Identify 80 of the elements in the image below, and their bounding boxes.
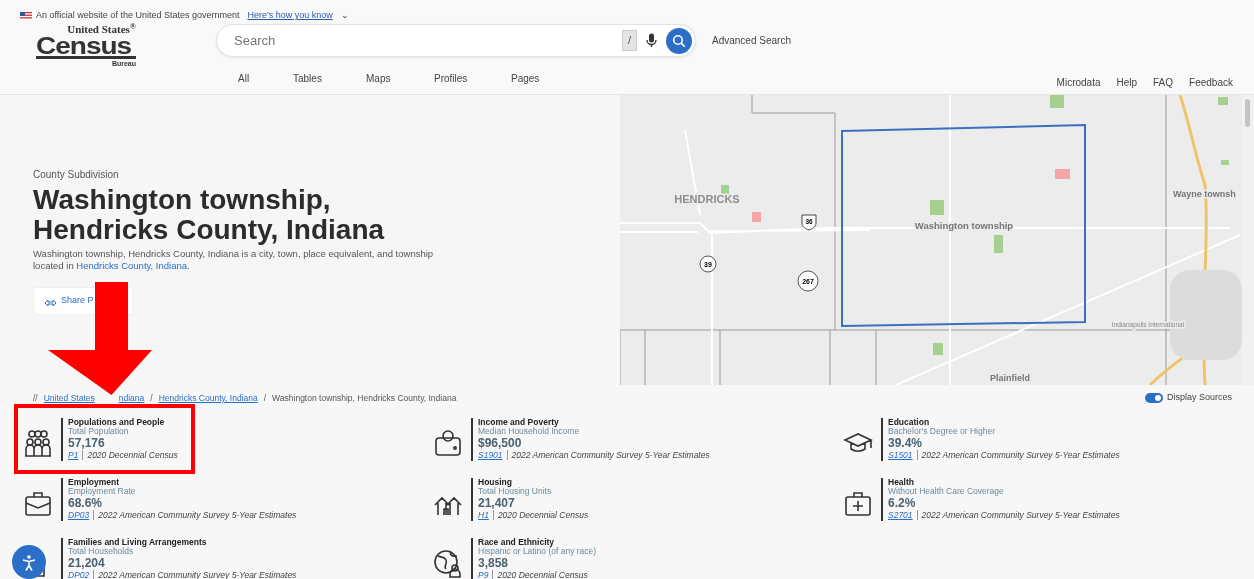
metric-value: 3,858 xyxy=(478,557,510,571)
metric-label: Total Households xyxy=(68,547,134,558)
metric-label: Median Household Income xyxy=(478,427,581,438)
metric-value: 21,204 xyxy=(68,557,106,571)
source-name: 2022 American Community Survey 5-Year Estimates xyxy=(98,569,297,579)
source-name: 2020 Decennial Census xyxy=(497,509,589,520)
table-link[interactable]: P9 xyxy=(478,569,494,579)
banner-text: An official website of the United States government xyxy=(36,9,240,23)
table-link[interactable]: DP02 xyxy=(68,569,95,579)
table-link[interactable]: S1901 xyxy=(478,449,508,460)
description: Washington township, Hendricks County, Indiana is a city, town, place equivalent, and township located in Hendricks County, Indiana. xyxy=(33,248,435,272)
topic-title: Health xyxy=(888,477,915,487)
map-label: Plainfield xyxy=(990,373,1030,383)
wallet-icon xyxy=(433,427,463,458)
toggle-label: Display Sources xyxy=(1166,391,1232,404)
banner-link[interactable]: Here's how you know xyxy=(247,9,333,23)
breadcrumb-separator: / xyxy=(263,392,267,403)
breadcrumb-current: Washington township, Hendricks County, Indiana xyxy=(272,392,457,403)
map-label: HENDRICKS xyxy=(674,193,740,205)
page-title: Washington township, Hendricks County, Indiana xyxy=(33,185,386,246)
source-name: 2022 American Community Survey 5-Year Estimates xyxy=(98,509,297,520)
topic-title: Income and Poverty xyxy=(478,417,560,428)
search-tab[interactable]: Profiles xyxy=(434,71,511,86)
globe-person-icon xyxy=(433,547,463,578)
page-category: County Subdivision xyxy=(33,168,120,182)
metric-label: Employment Rate xyxy=(68,487,137,498)
search-field[interactable]: Search / xyxy=(216,24,696,57)
search-tab[interactable]: All xyxy=(238,71,293,86)
source-name: 2022 American Community Survey 5-Year Estimates xyxy=(921,509,1120,520)
metric-value: 6.2% xyxy=(888,497,917,511)
breadcrumb-link[interactable]: United States xyxy=(43,392,95,403)
source-name: 2022 American Community Survey 5-Year Estimates xyxy=(511,449,710,460)
utility-link[interactable]: FAQ xyxy=(1153,75,1174,90)
topic-title: Employment xyxy=(68,477,120,488)
metric-label: Total Population xyxy=(68,427,130,438)
topic-title: Families and Living Arrangements xyxy=(68,537,208,548)
search-icon xyxy=(672,33,686,48)
source-name: 2022 American Community Survey 5-Year Estimates xyxy=(921,449,1120,460)
accessibility-icon xyxy=(21,553,37,571)
table-link[interactable]: P1 xyxy=(68,449,84,460)
source-name: 2020 Decennial Census xyxy=(497,569,588,579)
topic-title: Education xyxy=(888,417,931,427)
metric-label: Total Housing Units xyxy=(478,487,553,498)
topic-title: Housing xyxy=(478,477,512,488)
metric-value: $96,500 xyxy=(478,437,523,451)
topic-title: Populations and People xyxy=(68,417,166,428)
people-icon xyxy=(23,427,53,458)
utility-link[interactable]: Microdata xyxy=(1056,75,1101,90)
display-sources-toggle[interactable] xyxy=(1144,392,1163,403)
caret-icon[interactable]: ⌄ xyxy=(340,9,349,23)
search-input[interactable]: Search xyxy=(232,29,614,52)
metric-label: Hispanic or Latino (of any race) xyxy=(478,547,597,558)
shortcut-key: / xyxy=(621,30,637,51)
source-name: 2020 Decennial Census xyxy=(87,449,178,460)
accessibility-button[interactable] xyxy=(12,545,46,579)
topic-title: Race and Ethnicity xyxy=(478,537,555,548)
breadcrumb-separator: // xyxy=(33,392,38,403)
table-link[interactable]: H1 xyxy=(478,509,494,520)
breadcrumb-separator: / xyxy=(150,392,153,403)
metric-label: Without Health Care Coverage xyxy=(888,487,1005,498)
breadcrumb-link[interactable]: Hendricks County, Indiana xyxy=(158,392,258,403)
metric-value: 21,407 xyxy=(478,497,516,511)
search-tab[interactable]: Maps xyxy=(366,71,434,86)
metric-value: 57,176 xyxy=(68,437,106,451)
table-link[interactable]: S1501 xyxy=(888,449,918,460)
microphone-icon xyxy=(645,33,658,48)
search-tab[interactable]: Tables xyxy=(293,71,366,86)
breadcrumb-link[interactable]: ndiana xyxy=(118,392,145,403)
search-tab[interactable]: Pages xyxy=(511,71,571,86)
metric-value: 68.6% xyxy=(68,497,104,511)
utility-link[interactable]: Feedback xyxy=(1189,75,1233,90)
table-link[interactable]: S2701 xyxy=(888,509,918,520)
table-link[interactable]: DP03 xyxy=(68,509,95,520)
map-label: Washington township xyxy=(914,220,1014,231)
search-button[interactable] xyxy=(666,27,692,54)
utility-link[interactable]: Help xyxy=(1116,75,1138,90)
metric-value: 39.4% xyxy=(888,437,924,451)
advanced-search-link[interactable]: Advanced Search xyxy=(712,33,791,48)
flag-icon xyxy=(20,12,32,20)
metric-label: Bachelor's Degree or Higher xyxy=(888,427,996,438)
